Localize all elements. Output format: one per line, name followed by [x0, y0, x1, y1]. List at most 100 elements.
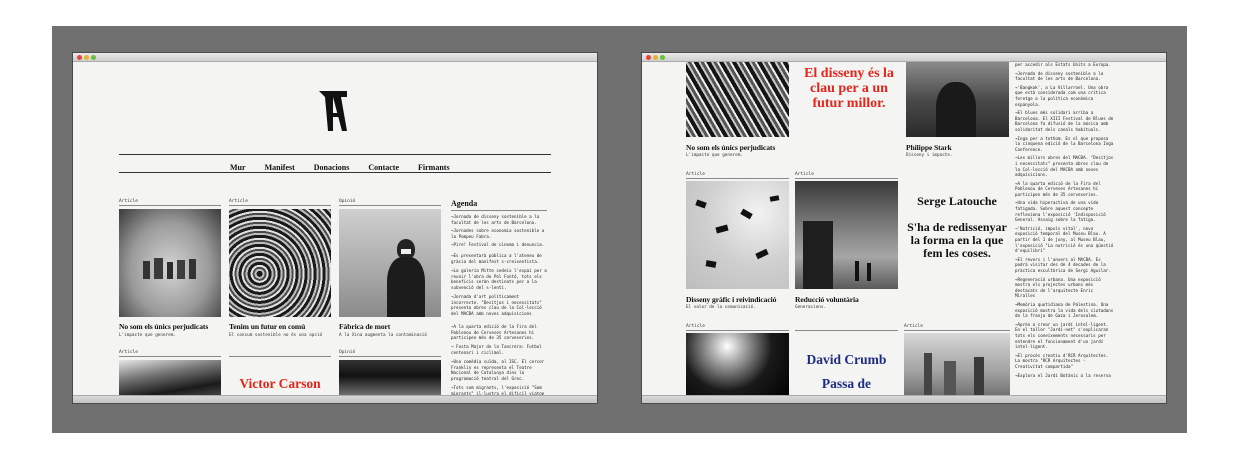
- card-photo-trading-floor[interactable]: [229, 209, 331, 317]
- card-rule: [904, 330, 1010, 331]
- card-photo-concert[interactable]: [686, 333, 789, 395]
- card-rule: [795, 178, 898, 179]
- card-tag: Article: [119, 350, 138, 355]
- feed-item[interactable]: →A la quarta edició de la Fira del Poble…: [1015, 181, 1115, 198]
- card-rule: [795, 330, 898, 331]
- card-tag: Article: [795, 172, 814, 177]
- featured-author-quote: S'ha de redissenyar la forma en la que f…: [907, 220, 1007, 260]
- featured-author-name[interactable]: David Crumb: [795, 352, 898, 368]
- card-photo-portrait[interactable]: [906, 62, 1009, 137]
- card-subtitle: Disseny i impacte.: [906, 153, 953, 158]
- window-titlebar: [642, 53, 1166, 62]
- card-photo-foggy-city[interactable]: [119, 209, 221, 317]
- agenda-item[interactable]: →Jornades sobre economia sostenible a la…: [451, 228, 549, 239]
- card-title[interactable]: No som els únics perjudicats: [119, 322, 208, 331]
- feed-item[interactable]: →'Nutrició, impuls vital', nova exposici…: [1015, 226, 1115, 254]
- card-title[interactable]: Tenim un futur en comú: [229, 322, 305, 331]
- window-titlebar: [73, 53, 597, 62]
- feed-item[interactable]: →Aprèn a crear un jardí intel·ligent. En…: [1015, 322, 1115, 350]
- feed-item[interactable]: →Inga per a tothom. Es el que proposa la…: [1015, 136, 1115, 153]
- card-photo-crowd[interactable]: [339, 360, 441, 395]
- close-window-button[interactable]: [77, 55, 82, 60]
- card-tag: Article: [904, 324, 923, 329]
- site-logo[interactable]: [317, 89, 349, 133]
- featured-author-quote: Passa de: [821, 376, 872, 391]
- card-title[interactable]: Fàbrica de mort: [339, 322, 390, 331]
- card-rule: [339, 356, 441, 357]
- agenda-item[interactable]: →La galería Mitte cedeix l'espai per a r…: [451, 268, 549, 290]
- feed-item[interactable]: →El blues més solidari arriba a Barcelon…: [1015, 110, 1115, 132]
- agenda-item[interactable]: → Festa Major de la Tancrera: Futbol cen…: [451, 344, 549, 355]
- browser-window-wall: No som els únics perjudicats L'impacte q…: [641, 52, 1167, 404]
- card-subtitle: A la Xina augmenta la contaminació: [339, 333, 427, 338]
- feed-item[interactable]: →Les millors obres del MACBA. "Desitjos …: [1015, 155, 1115, 177]
- feed-item[interactable]: →Regeneració urbana. Una exposició mostr…: [1015, 277, 1115, 299]
- nav-bottom-rule: [119, 172, 551, 173]
- card-photo-birds[interactable]: [686, 181, 789, 289]
- agenda-item[interactable]: →Una comèdia suïda, al ISC. El cercer Fr…: [451, 359, 549, 381]
- agenda-item[interactable]: →Es presentarà pùblica a l'ateneu de grà…: [451, 253, 549, 264]
- minimize-window-button[interactable]: [653, 55, 658, 60]
- card-title[interactable]: Disseny gràfic i reivindicació: [686, 295, 776, 304]
- card-rule: [229, 205, 331, 206]
- card-rule: [119, 205, 221, 206]
- agenda-item[interactable]: →Pire! Festival de cinema i denuncia.: [451, 242, 549, 248]
- agenda-item[interactable]: →Jornada d'art políticament incorrecte. …: [451, 294, 549, 316]
- news-feed: per accedir als Estats Units a Europa. →J…: [1015, 62, 1115, 381]
- minimize-window-button[interactable]: [84, 55, 89, 60]
- card-title[interactable]: Philippe Stark: [906, 143, 952, 152]
- agenda-rule: [451, 210, 547, 211]
- nav-item-contacte[interactable]: Contacte: [368, 163, 399, 172]
- card-tag: Article: [229, 199, 248, 204]
- card-rule: [686, 178, 789, 179]
- maximize-window-button[interactable]: [91, 55, 96, 60]
- browser-window-home: Mur Manifest Donacions Contacte Firmants…: [72, 52, 598, 404]
- featured-author-name[interactable]: Serge Latouche: [904, 194, 1010, 209]
- agenda-item[interactable]: →A la quarta edició de la Fira del Poble…: [451, 324, 549, 341]
- card-rule: [119, 356, 221, 357]
- feed-item[interactable]: →Explora el Jardí Botànic a la reserva: [1015, 373, 1115, 379]
- card-subtitle: Generacions.: [795, 305, 827, 310]
- card-title[interactable]: Reducció voluntària: [795, 295, 859, 304]
- nav-item-donacions[interactable]: Donacions: [314, 163, 350, 172]
- card-photo-industrial-skyline[interactable]: [904, 333, 1010, 395]
- agenda-item[interactable]: →Tots som migrants, l'exposició "Som mig…: [451, 385, 549, 395]
- nav-item-mur[interactable]: Mur: [230, 163, 246, 172]
- card-photo-landfill[interactable]: [686, 62, 789, 137]
- feed-item[interactable]: →Una vida hiperactiva de una vida fatiga…: [1015, 200, 1115, 222]
- feed-item[interactable]: →El procés creatiu d'RCR Arquitectes. La…: [1015, 353, 1115, 370]
- page-content: No som els únics perjudicats L'impacte q…: [642, 62, 1166, 395]
- card-feature-name[interactable]: Victor Carson: [229, 376, 331, 392]
- close-window-button[interactable]: [646, 55, 651, 60]
- window-bottom-bar: [642, 395, 1166, 403]
- card-subtitle: El consum sostenible no és una opció: [229, 333, 323, 338]
- nav-item-firmants[interactable]: Firmants: [418, 163, 450, 172]
- card-tag: Opinió: [339, 199, 356, 204]
- feed-item[interactable]: →'Bangkok', a La Villarroel. Una obra qu…: [1015, 85, 1115, 107]
- feed-item[interactable]: →El revers i l'anvers al MACBA. Es podrà…: [1015, 257, 1115, 274]
- card-tag: Opinió: [339, 350, 356, 355]
- card-photo-smog-person[interactable]: [339, 209, 441, 317]
- card-photo-factory-smoke[interactable]: [795, 181, 898, 289]
- page-content: Mur Manifest Donacions Contacte Firmants…: [73, 62, 597, 395]
- nav-item-manifest[interactable]: Manifest: [265, 163, 295, 172]
- feed-item[interactable]: →Memòria quotidiana de Palestina. Una ex…: [1015, 302, 1115, 319]
- card-subtitle: L'impacte que generem.: [686, 153, 743, 158]
- card-rule: [339, 205, 441, 206]
- agenda-title: Agenda: [451, 199, 478, 208]
- card-subtitle: L'impacte que generem.: [119, 333, 176, 338]
- card-title[interactable]: No som els únics perjudicats: [686, 143, 775, 152]
- nav-top-rule: [119, 154, 551, 155]
- main-nav: Mur Manifest Donacions Contacte Firmants: [230, 163, 469, 172]
- feed-item[interactable]: →Jornada de disseny sostenible a la facu…: [1015, 71, 1115, 82]
- featured-quote: El disseny és la clau per a un futur mil…: [804, 66, 894, 111]
- card-subtitle: El valor de la comunicació.: [686, 305, 756, 310]
- card-tag: Article: [119, 199, 138, 204]
- feed-item[interactable]: per accedir als Estats Units a Europa.: [1015, 62, 1115, 68]
- window-bottom-bar: [73, 395, 597, 403]
- card-tag: Article: [686, 172, 705, 177]
- card-photo-waves[interactable]: [119, 360, 221, 395]
- card-rule: [686, 330, 789, 331]
- maximize-window-button[interactable]: [660, 55, 665, 60]
- agenda-item[interactable]: →Jornada de disseny sostenible a la facu…: [451, 214, 549, 225]
